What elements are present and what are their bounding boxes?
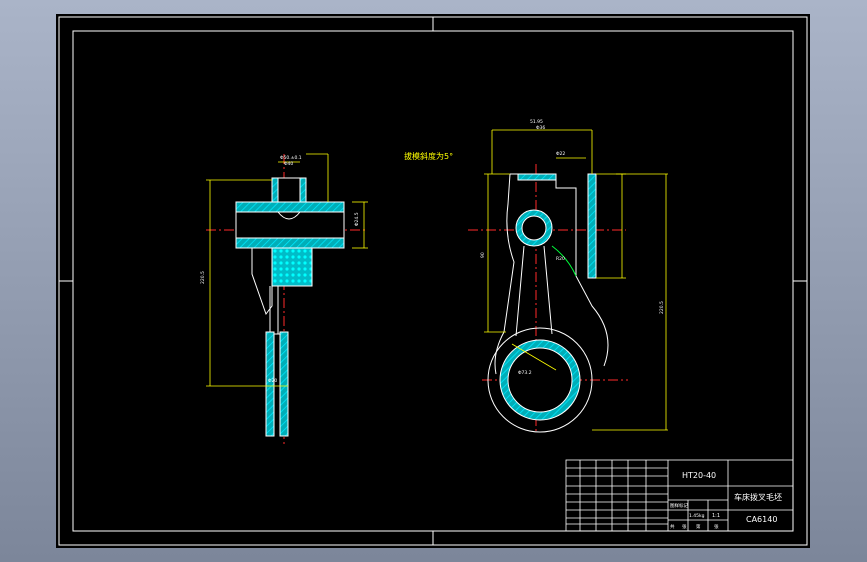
sheet-word-4: 张 [714,523,719,530]
sheet-word-2: 张 [682,523,687,530]
part-name: 车床拨叉毛坯 [734,492,782,502]
material-label: HT20-40 [682,471,716,480]
dim-side-small: Φ22 [556,151,565,157]
sheet-word-1: 共 [670,523,675,530]
cad-viewport: Φ50.±0.1 Φ40 Φ24.5 220.5 Φ20 拔模斜度为5° 51.… [0,0,867,562]
drawing-sheet: Φ50.±0.1 Φ40 Φ24.5 220.5 Φ20 拔模斜度为5° 51.… [56,14,810,548]
dim-side-left: 90 [480,252,486,258]
dim-front-height: 220.5 [200,271,206,284]
dim-side-total: 220.5 [659,301,665,314]
dim-side-top1: 51.95 [530,119,543,125]
front-view: Φ50.±0.1 Φ40 Φ24.5 220.5 Φ20 [200,153,368,444]
side-view: 51.95 Φ36 Φ22 R20 Φ73.2 220.5 90 [468,119,668,434]
drawing-mark: 图样标记 [670,502,688,509]
cad-drawing: Φ50.±0.1 Φ40 Φ24.5 220.5 Φ20 拔模斜度为5° 51.… [58,16,808,546]
inner-border [72,30,794,532]
dim-side-top2: Φ36 [536,125,545,131]
outer-border [58,16,808,546]
dim-front-bottom: Φ20 [268,378,277,384]
dim-front-right: Φ24.5 [354,212,360,226]
dim-front-top2: Φ40 [284,161,293,167]
weight-label: 1.45kg [689,513,705,519]
dim-side-big: Φ73.2 [518,370,532,376]
model-label: CA6140 [746,515,777,524]
sheet-word-3: 第 [696,523,701,530]
dim-side-radius: R20 [556,256,565,262]
draft-angle-note: 拔模斜度为5° [404,151,453,161]
scale-label: 1:1 [712,513,720,519]
dim-front-top1: Φ50.±0.1 [280,155,302,161]
